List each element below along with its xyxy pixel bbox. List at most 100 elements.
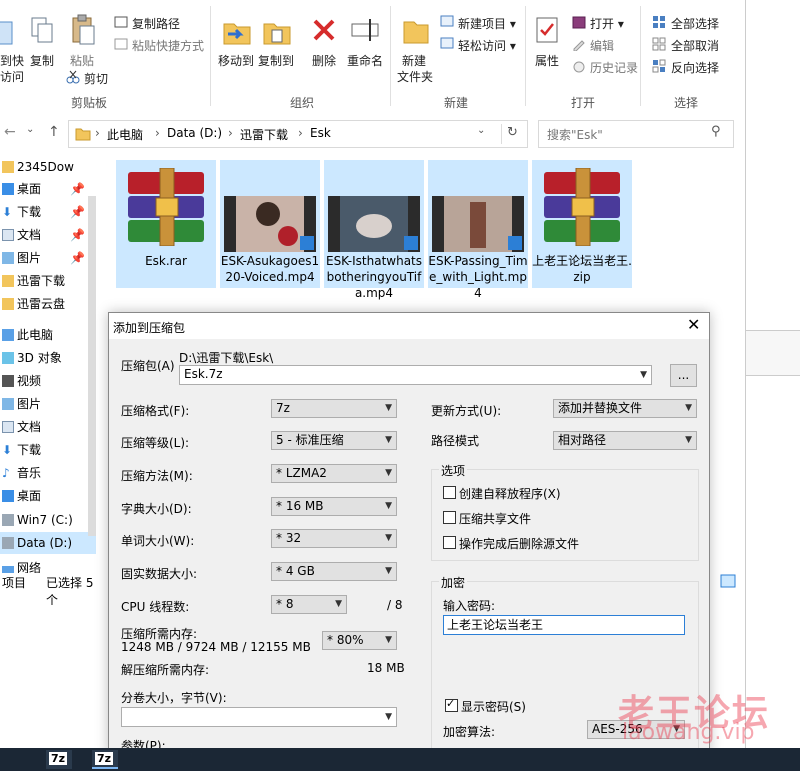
- address-bar[interactable]: › 此电脑 › Data (D:) › 迅雷下载 › Esk ⌄ ↻: [68, 120, 528, 148]
- sfx-checkbox[interactable]: [443, 486, 456, 499]
- status-items: 项目: [2, 576, 27, 590]
- copy-button[interactable]: 复制: [30, 52, 54, 69]
- file-item[interactable]: ESK-Passing_Time_with_Light.mp4: [428, 160, 528, 300]
- search-input[interactable]: 搜索"Esk": [547, 126, 603, 143]
- separator: [390, 6, 391, 106]
- nav-item[interactable]: 3D 对象: [0, 347, 88, 369]
- threads-select[interactable]: * 8 ▼: [271, 595, 347, 614]
- search-box[interactable]: 搜索"Esk" ⚲: [538, 120, 734, 148]
- history-button[interactable]: 历史记录: [590, 59, 638, 76]
- easy-access-button[interactable]: 轻松访问 ▾: [458, 37, 516, 54]
- taskbar-item[interactable]: 7z: [46, 750, 72, 769]
- breadcrumb-item[interactable]: Esk: [310, 126, 331, 140]
- edit-button[interactable]: 编辑: [590, 37, 614, 54]
- format-select[interactable]: 7z ▼: [271, 399, 397, 418]
- copy-to-button[interactable]: 复制到: [258, 52, 294, 69]
- invert-selection-button[interactable]: 反向选择: [671, 59, 719, 76]
- breadcrumb-item[interactable]: 此电脑: [107, 126, 143, 143]
- breadcrumb-item[interactable]: 迅雷下载: [240, 126, 288, 143]
- delete-button[interactable]: 删除: [312, 52, 336, 69]
- mem-decomp-value: 18 MB: [367, 661, 405, 675]
- file-item[interactable]: ESK-IsthatwhatsbotheringyouTifa.mp4: [324, 160, 424, 300]
- nav-item[interactable]: ⬇ 下载: [0, 439, 88, 461]
- music-icon: ♪: [2, 466, 10, 480]
- nav-item-selected[interactable]: Data (D:): [0, 532, 96, 554]
- file-item[interactable]: 上老王论坛当老王.zip: [532, 160, 632, 288]
- chevron-down-icon[interactable]: ⌄: [26, 124, 34, 135]
- level-select[interactable]: 5 - 标准压缩 ▼: [271, 431, 397, 450]
- shared-checkbox[interactable]: [443, 511, 456, 524]
- file-name: ESK-Passing_Time_with_Light.mp4: [428, 254, 528, 300]
- nav-item[interactable]: ⬇ 下载 📌: [0, 201, 88, 223]
- update-select[interactable]: 添加并替换文件 ▼: [553, 399, 697, 418]
- open-button[interactable]: 打开 ▾: [590, 15, 624, 32]
- nav-item[interactable]: ♪ 音乐: [0, 462, 88, 484]
- new-folder-label-1[interactable]: 新建: [402, 52, 426, 69]
- nav-item[interactable]: 桌面 📌: [0, 178, 88, 200]
- breadcrumb-item[interactable]: Data (D:): [167, 126, 222, 140]
- file-item[interactable]: Esk.rar: [116, 160, 216, 288]
- move-to-icon: [223, 23, 251, 45]
- properties-icon: [536, 17, 558, 43]
- browse-button[interactable]: ...: [670, 364, 697, 387]
- nav-item[interactable]: 此电脑: [0, 324, 88, 346]
- drive-icon: [2, 514, 14, 526]
- path-mode-label: 路径模式: [431, 434, 480, 448]
- archive-name-combo[interactable]: Esk.7z ▼: [179, 365, 652, 385]
- up-arrow-icon[interactable]: ↑: [48, 124, 60, 140]
- nav-item[interactable]: 文档: [0, 416, 88, 438]
- delete-after-checkbox[interactable]: [443, 536, 456, 549]
- paste-button[interactable]: 粘贴: [70, 52, 94, 69]
- nav-item[interactable]: Win7 (C:): [0, 509, 88, 531]
- status-bar: 项目 已选择 5 个: [0, 572, 108, 607]
- show-password-label: 显示密码(S): [461, 700, 526, 714]
- nav-item[interactable]: 桌面: [0, 485, 88, 507]
- properties-button[interactable]: 属性: [535, 52, 559, 69]
- select-all-button[interactable]: 全部选择: [671, 15, 719, 32]
- show-password-checkbox[interactable]: [445, 697, 458, 712]
- cube-icon: [2, 352, 14, 364]
- easy-access-icon: [440, 37, 454, 49]
- nav-item[interactable]: 图片 📌: [0, 247, 88, 269]
- chevron-down-icon[interactable]: ⌄: [477, 125, 485, 136]
- path-mode-select[interactable]: 相对路径 ▼: [553, 431, 697, 450]
- 7zip-icon: 7z: [49, 752, 68, 765]
- volume-combo[interactable]: ▼: [121, 707, 397, 727]
- new-folder-label-2[interactable]: 文件夹: [397, 68, 433, 85]
- new-item-button[interactable]: 新建项目 ▾: [458, 15, 516, 32]
- pin-label-2[interactable]: 访问: [0, 68, 24, 85]
- password-input[interactable]: 上老王论坛当老王: [443, 615, 685, 635]
- cut-button[interactable]: 剪切: [84, 70, 108, 87]
- pin-label-1[interactable]: 到快: [0, 52, 24, 69]
- edit-icon: [573, 40, 585, 51]
- nav-item[interactable]: 2345Dow: [0, 156, 88, 178]
- view-toggle[interactable]: [718, 572, 740, 590]
- pin-icon: [0, 21, 13, 45]
- solid-select[interactable]: * 4 GB ▼: [271, 562, 397, 581]
- search-icon[interactable]: ⚲: [711, 124, 721, 139]
- taskbar-item[interactable]: 7z: [92, 750, 118, 769]
- mem-percent-select[interactable]: * 80% ▼: [322, 631, 397, 650]
- large-icons-view-icon[interactable]: [718, 572, 740, 590]
- method-select[interactable]: * LZMA2 ▼: [271, 464, 397, 483]
- copy-path-button[interactable]: 复制路径: [132, 15, 180, 32]
- refresh-icon[interactable]: ↻: [507, 125, 518, 140]
- close-icon[interactable]: ✕: [687, 315, 700, 334]
- nav-item[interactable]: 迅雷下载: [0, 270, 88, 292]
- dict-select[interactable]: * 16 MB ▼: [271, 497, 397, 516]
- separator: [525, 6, 526, 106]
- nav-item[interactable]: 迅雷云盘: [0, 293, 88, 315]
- word-select[interactable]: * 32 ▼: [271, 529, 397, 548]
- move-to-button[interactable]: 移动到: [218, 52, 254, 69]
- nav-item[interactable]: 图片: [0, 393, 88, 415]
- document-icon: [2, 421, 14, 433]
- nav-item[interactable]: 文档 📌: [0, 224, 88, 246]
- file-item[interactable]: ESK-Asukagoes120-Voiced.mp4: [220, 160, 320, 288]
- select-none-button[interactable]: 全部取消: [671, 37, 719, 54]
- back-arrow-icon[interactable]: ←: [4, 124, 16, 140]
- rename-button[interactable]: 重命名: [347, 52, 383, 69]
- nav-scrollbar[interactable]: [88, 196, 96, 536]
- paste-shortcut-button[interactable]: 粘贴快捷方式: [132, 37, 204, 54]
- nav-item[interactable]: 视频: [0, 370, 88, 392]
- select-all-icon: [653, 16, 665, 28]
